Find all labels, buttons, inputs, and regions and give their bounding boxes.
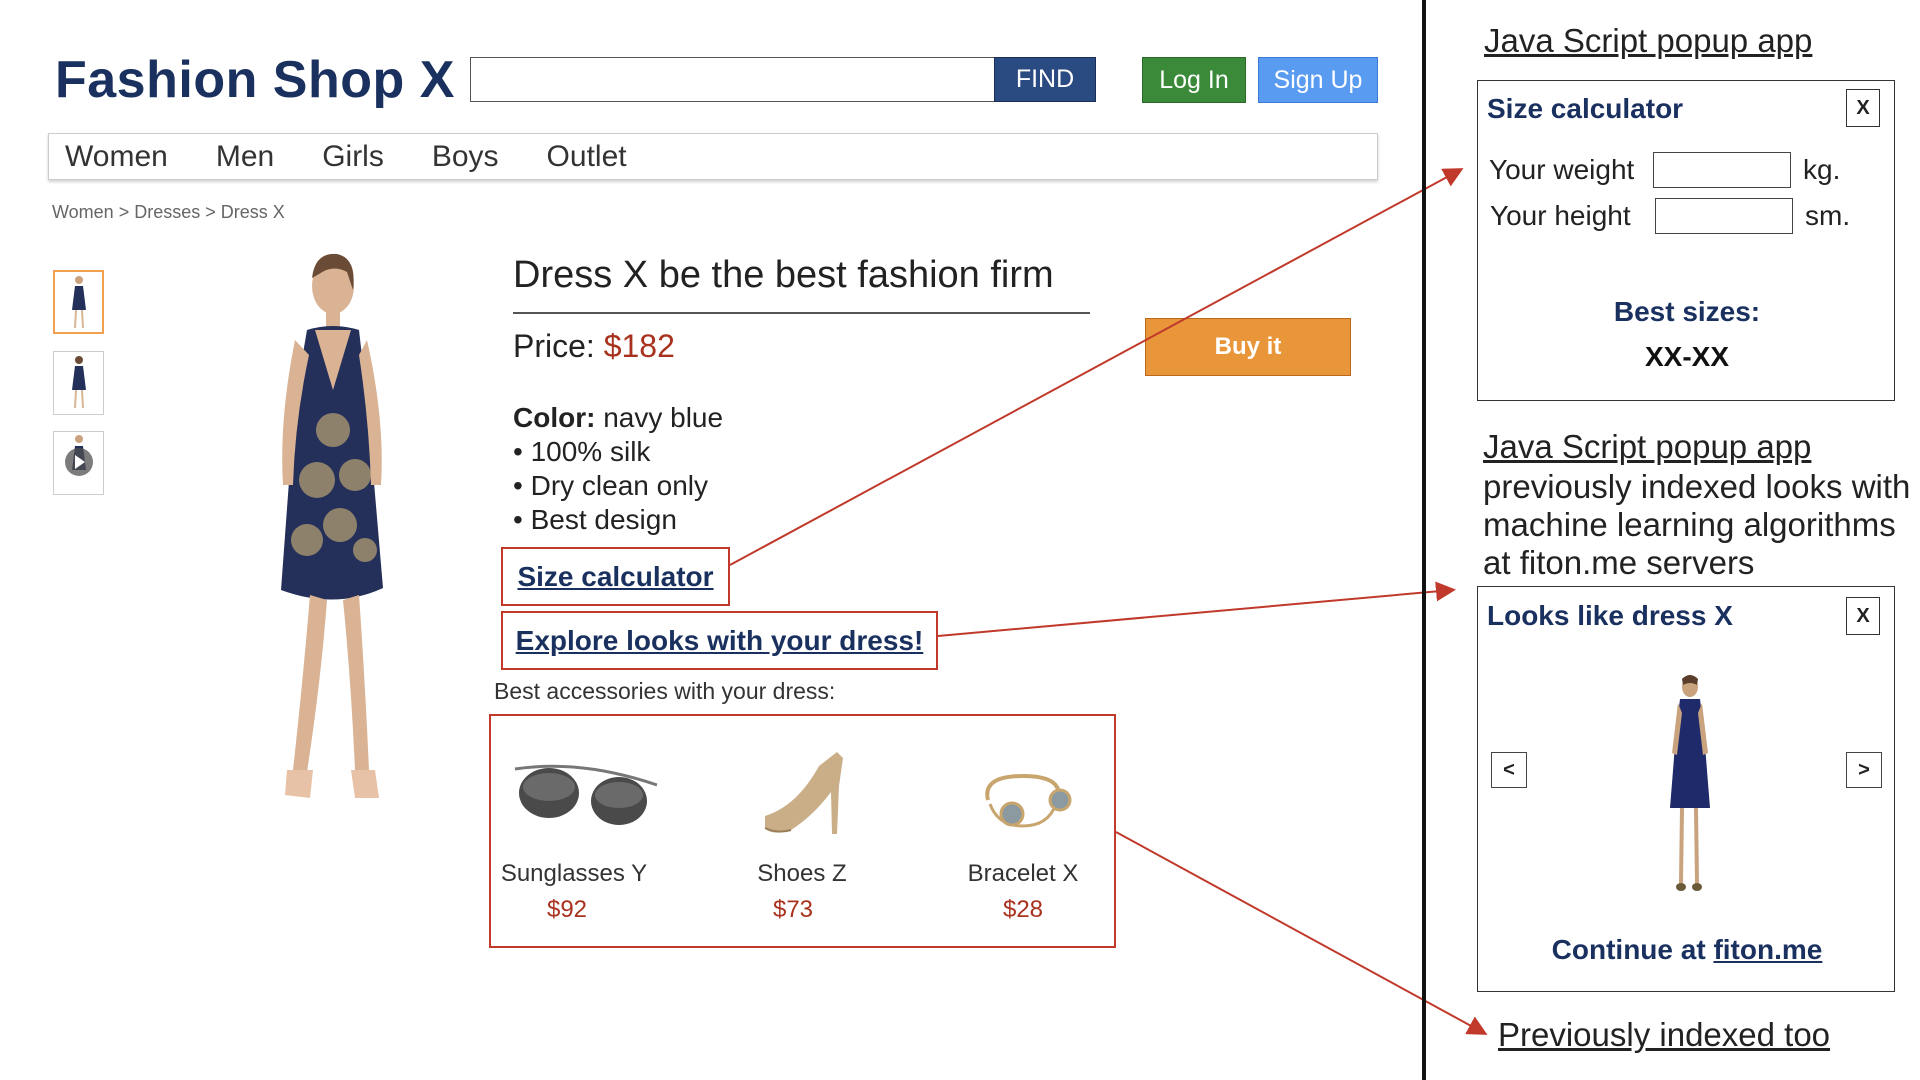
best-sizes-value: XX-XX <box>1644 341 1730 372</box>
popup-title: Size calculator <box>1487 93 1684 124</box>
size-calculator-popup: Size calculator X Your weight kg. Your h… <box>1477 80 1895 401</box>
look-dress-image[interactable] <box>1650 673 1730 901</box>
next-look-button[interactable]: > <box>1846 752 1882 788</box>
section-description: previously indexed looks with machine le… <box>1483 468 1910 582</box>
height-input[interactable] <box>1655 198 1793 234</box>
close-button[interactable]: X <box>1846 597 1880 635</box>
arrow-to-looks-popup <box>937 581 1456 637</box>
weight-input[interactable] <box>1653 152 1791 188</box>
section-heading: Java Script popup app <box>1484 22 1813 59</box>
description-line: machine learning algorithms <box>1483 506 1896 543</box>
height-unit: sm. <box>1805 200 1851 231</box>
panel-divider <box>1422 0 1426 1080</box>
continue-line: Continue at fiton.me <box>1478 934 1896 966</box>
best-sizes-label: Best sizes: <box>1613 296 1761 327</box>
arrow-to-indexed-note <box>1115 831 1488 1035</box>
description-line: at fiton.me servers <box>1483 544 1755 581</box>
previous-look-button[interactable]: < <box>1491 752 1527 788</box>
fiton-link[interactable]: fiton.me <box>1713 934 1822 965</box>
section-heading: Previously indexed too <box>1498 1016 1831 1053</box>
height-label: Your height <box>1490 200 1631 231</box>
looks-popup: Looks like dress X X < > Continue at fit… <box>1477 586 1895 992</box>
close-button[interactable]: X <box>1846 89 1880 127</box>
continue-prefix: Continue at <box>1551 934 1714 965</box>
popup-title: Looks like dress X <box>1487 600 1733 631</box>
weight-label: Your weight <box>1489 154 1635 185</box>
description-line: previously indexed looks with <box>1483 468 1911 505</box>
arrow-to-size-popup <box>729 168 1464 566</box>
section-heading: Java Script popup app <box>1483 428 1812 465</box>
weight-unit: kg. <box>1803 154 1841 185</box>
